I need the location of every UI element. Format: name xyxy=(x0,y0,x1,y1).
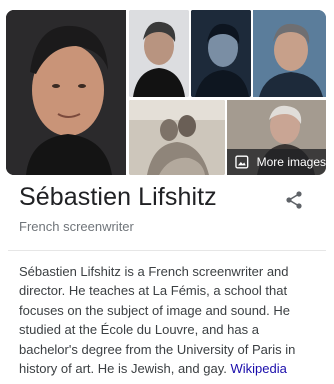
entity-description: Sébastien Lifshitz is a French screenwri… xyxy=(19,262,319,378)
share-icon[interactable] xyxy=(284,190,304,210)
thumbnail-image-3[interactable] xyxy=(253,10,326,97)
main-portrait-image[interactable] xyxy=(6,10,126,175)
divider xyxy=(8,250,326,251)
description-text: Sébastien Lifshitz is a French screenwri… xyxy=(19,264,296,377)
thumbnail-image-1[interactable] xyxy=(129,10,189,97)
more-images-button[interactable]: More images xyxy=(227,149,326,175)
image-grid: More images xyxy=(6,10,326,175)
entity-title: Sébastien Lifshitz xyxy=(19,183,217,211)
more-images-label: More images xyxy=(256,155,326,169)
image-icon xyxy=(235,155,249,169)
entity-subtitle: French screenwriter xyxy=(19,219,134,234)
thumbnail-image-2[interactable] xyxy=(191,10,251,97)
thumbnail-image-4[interactable] xyxy=(129,100,225,175)
knowledge-panel: More images Sébastien Lifshitz French sc… xyxy=(0,0,334,384)
wikipedia-link[interactable]: Wikipedia xyxy=(230,361,286,376)
